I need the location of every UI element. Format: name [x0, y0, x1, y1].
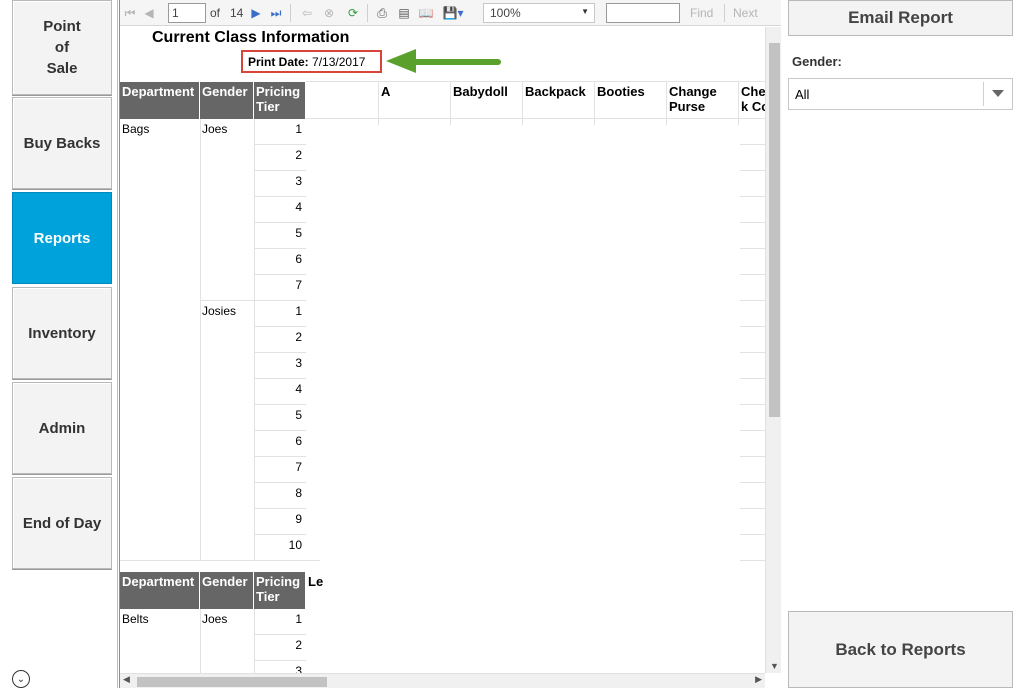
annotation-arrow-icon: [386, 49, 501, 73]
header-department: Department: [120, 572, 200, 609]
column-header: Babydoll: [453, 84, 508, 99]
print-date-value: 7/13/2017: [312, 55, 366, 69]
vertical-scrollbar[interactable]: ▼: [765, 27, 782, 673]
tier-cell: 2: [254, 635, 306, 661]
email-report-button[interactable]: Email Report: [788, 0, 1013, 36]
tier-cell: 7: [254, 457, 306, 483]
tier-cell: 6: [254, 249, 306, 275]
nav-end-of-day[interactable]: End of Day: [12, 477, 112, 569]
scroll-thumb[interactable]: [769, 43, 780, 417]
gender-cell: Joes: [202, 612, 228, 626]
chevron-down-icon: [992, 90, 1004, 97]
department-cell: Bags: [122, 122, 150, 136]
tier-cell: 6: [254, 431, 306, 457]
tier-cell: 1: [254, 609, 306, 635]
column-header: Change Purse: [669, 84, 717, 114]
left-navigation: Point of Sale Buy Backs Reports Inventor…: [0, 0, 118, 688]
report-title: Current Class Information: [152, 29, 350, 46]
previous-page-icon[interactable]: ◀: [142, 4, 156, 22]
nav-reports[interactable]: Reports: [12, 192, 112, 284]
tier-cell: 3: [254, 661, 306, 673]
column-header: Backpack: [525, 84, 586, 99]
print-date-label: Print Date:: [248, 55, 309, 69]
export-icon[interactable]: 💾▾: [440, 4, 466, 22]
next-link[interactable]: Next: [733, 4, 758, 22]
gender-cell: Joes: [202, 122, 228, 136]
total-pages-label: 14: [230, 6, 244, 20]
last-page-icon[interactable]: ⏭: [269, 4, 283, 22]
tier-cell: 5: [254, 405, 306, 431]
back-icon[interactable]: ⇦: [300, 4, 314, 22]
scroll-thumb[interactable]: [137, 677, 327, 687]
zoom-value: 100%: [490, 6, 521, 20]
back-to-reports-button[interactable]: Back to Reports: [788, 611, 1013, 688]
report-viewer: ⏮ ◀ 1 of 14 ▶ ⏭ ⇦ ⊗ ⟳ ⎙ ▤ 📖 💾▾ 100% ▼ Fi…: [119, 0, 782, 688]
horizontal-scrollbar[interactable]: ◀ ▶: [120, 673, 765, 688]
chevron-down-icon[interactable]: ▼: [770, 661, 779, 671]
chevron-right-icon[interactable]: ▶: [755, 674, 762, 685]
tier-cell: 1: [254, 301, 306, 327]
print-icon[interactable]: ⎙: [374, 4, 390, 22]
header-gender: Gender: [200, 572, 254, 609]
nav-inventory[interactable]: Inventory: [12, 287, 112, 379]
next-page-icon[interactable]: ▶: [250, 4, 262, 22]
zoom-select[interactable]: 100% ▼: [483, 3, 595, 23]
nav-point-of-sale[interactable]: Point of Sale: [12, 0, 112, 95]
tier-cell: 4: [254, 197, 306, 223]
nav-buy-backs[interactable]: Buy Backs: [12, 97, 112, 189]
report-toolbar: ⏮ ◀ 1 of 14 ▶ ⏭ ⇦ ⊗ ⟳ ⎙ ▤ 📖 💾▾ 100% ▼ Fi…: [120, 0, 782, 26]
tier-cell: 10: [254, 535, 306, 561]
nav-admin[interactable]: Admin: [12, 382, 112, 474]
page-number-input[interactable]: 1: [168, 3, 206, 23]
stop-icon[interactable]: ⊗: [322, 4, 336, 22]
tier-cell: 8: [254, 483, 306, 509]
print-layout-icon[interactable]: ▤: [396, 4, 412, 22]
column-header: Le: [308, 574, 324, 589]
tier-cell: 7: [254, 275, 306, 301]
chevron-down-icon: ▼: [581, 7, 589, 16]
tier-cell: 4: [254, 379, 306, 405]
tier-cell: 1: [254, 119, 306, 145]
header-pricing-tier: Pricing Tier: [254, 572, 306, 609]
column-header: Booties: [597, 84, 645, 99]
tier-cell: 3: [254, 353, 306, 379]
find-link[interactable]: Find: [690, 4, 713, 22]
page-setup-icon[interactable]: 📖: [418, 4, 434, 22]
filter-panel: Email Report Gender: All Back to Reports: [781, 0, 1023, 688]
department-cell: Belts: [122, 612, 149, 626]
tier-cell: 2: [254, 145, 306, 171]
column-header: A: [381, 84, 391, 99]
tier-cell: 3: [254, 171, 306, 197]
find-input[interactable]: [606, 3, 680, 23]
tier-cell: 2: [254, 327, 306, 353]
header-pricing-tier: Pricing Tier: [254, 82, 306, 119]
tier-cell: 9: [254, 509, 306, 535]
header-gender: Gender: [200, 82, 254, 119]
tier-cell: 5: [254, 223, 306, 249]
report-page: Current Class Information Print Date: 7/…: [120, 27, 765, 673]
chevron-left-icon[interactable]: ◀: [123, 674, 130, 685]
header-department: Department: [120, 82, 200, 119]
first-page-icon[interactable]: ⏮: [123, 4, 137, 22]
gender-label: Gender:: [792, 54, 842, 69]
gender-select[interactable]: All: [788, 78, 1013, 110]
print-date-highlight: Print Date: 7/13/2017: [241, 50, 382, 73]
column-header: Chec k Co: [741, 84, 765, 114]
refresh-icon[interactable]: ⟳: [345, 4, 361, 22]
chevron-down-circle-icon[interactable]: ⌄: [12, 670, 30, 688]
gender-cell: Josies: [202, 304, 237, 318]
gender-value: All: [795, 87, 810, 102]
page-of-label: of: [210, 6, 221, 20]
